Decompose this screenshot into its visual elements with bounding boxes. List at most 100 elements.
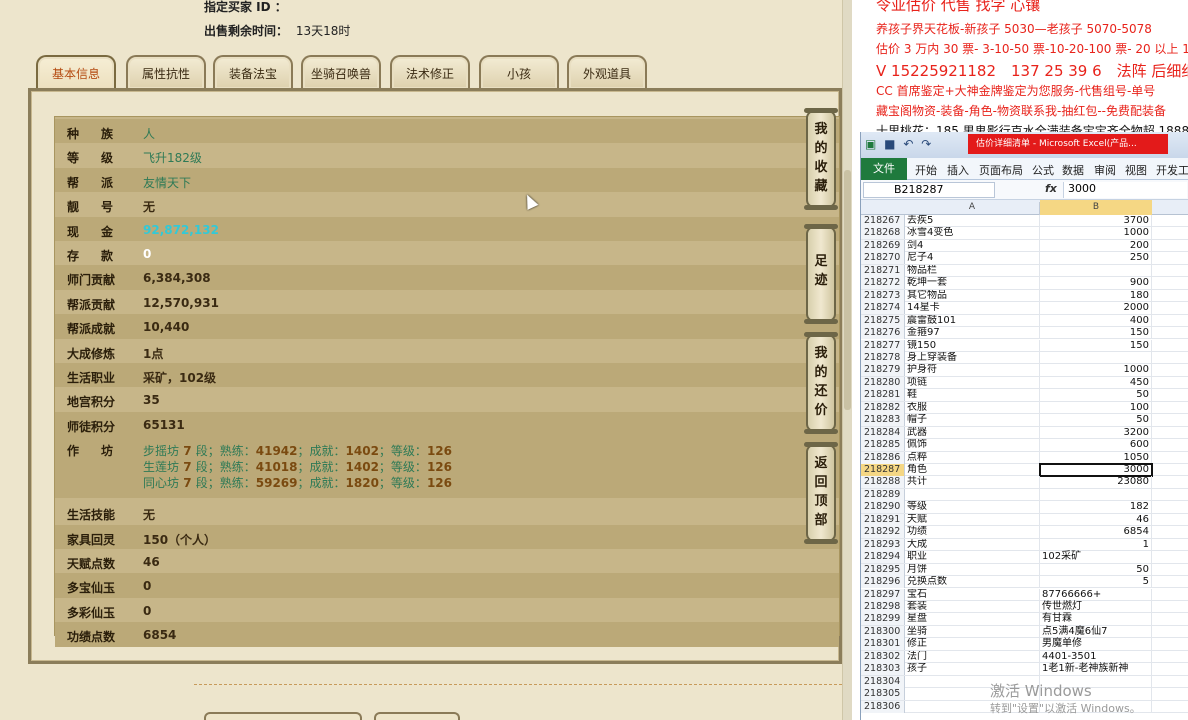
spreadsheet-row[interactable]: 218294 职业 102采矿 xyxy=(861,551,1188,564)
redo-icon[interactable]: ↷ xyxy=(921,137,933,151)
spreadsheet-row[interactable]: 218277 镜150 150 xyxy=(861,339,1188,352)
cell-b[interactable]: 50 xyxy=(1040,389,1152,402)
row-number[interactable]: 218295 xyxy=(861,563,905,576)
cell-a[interactable]: 衣服 xyxy=(907,401,1040,414)
row-number[interactable]: 218269 xyxy=(861,239,905,252)
cell-b[interactable]: 87766666+ xyxy=(1040,588,1152,601)
fx-icon[interactable]: fx xyxy=(1045,182,1057,195)
row-number[interactable]: 218270 xyxy=(861,252,905,265)
row-number[interactable]: 218278 xyxy=(861,351,905,364)
row-number[interactable]: 218289 xyxy=(861,488,905,501)
cell-a[interactable]: 角色 xyxy=(907,464,1040,476)
row-number[interactable]: 218268 xyxy=(861,227,905,240)
spreadsheet-row[interactable]: 218287 角色 3000 xyxy=(861,463,1188,477)
spreadsheet-row[interactable]: 218273 其它物品 180 xyxy=(861,289,1188,303)
row-number[interactable]: 218271 xyxy=(861,264,905,277)
cell-a[interactable] xyxy=(907,488,1040,501)
row-number[interactable]: 218272 xyxy=(861,277,905,290)
spreadsheet-row[interactable]: 218285 佩饰 600 xyxy=(861,439,1188,452)
cell-a[interactable]: 物品栏 xyxy=(907,264,1040,277)
cell-b[interactable]: 182 xyxy=(1040,501,1152,514)
side-button[interactable]: 足迹 xyxy=(804,224,838,324)
row-number[interactable]: 218305 xyxy=(861,688,905,701)
cell-b[interactable]: 400 xyxy=(1040,314,1152,327)
cell-b[interactable]: 450 xyxy=(1040,376,1152,389)
row-number[interactable]: 218306 xyxy=(861,700,905,713)
row-number[interactable]: 218281 xyxy=(861,389,905,402)
cell-b[interactable]: 3200 xyxy=(1040,426,1152,439)
row-number[interactable]: 218300 xyxy=(861,625,905,638)
cell-a[interactable]: 点粹 xyxy=(907,451,1040,464)
scrollbar-thumb[interactable] xyxy=(844,170,851,410)
row-number[interactable]: 218303 xyxy=(861,663,905,676)
bottom-button-1[interactable] xyxy=(204,712,362,720)
cell-b[interactable]: 4401-3501 xyxy=(1040,650,1152,663)
cell-b[interactable]: 50 xyxy=(1040,563,1152,576)
cell-b[interactable]: 250 xyxy=(1040,252,1152,265)
cell-b[interactable] xyxy=(1040,488,1152,501)
cell-b[interactable]: 1老1新-老神族新神 xyxy=(1040,663,1152,676)
cell-b[interactable]: 点5满4魔6仙7 xyxy=(1040,625,1152,638)
row-number[interactable]: 218292 xyxy=(861,526,905,539)
row-number[interactable]: 218293 xyxy=(861,538,905,551)
cell-b[interactable]: 100 xyxy=(1040,401,1152,414)
cell-b[interactable]: 3700 xyxy=(1040,215,1152,227)
cell-a[interactable]: 鞋 xyxy=(907,389,1040,402)
row-number[interactable]: 218287 xyxy=(861,464,905,476)
row-number[interactable]: 218296 xyxy=(861,576,905,589)
row-number[interactable]: 218282 xyxy=(861,401,905,414)
cell-b[interactable]: 传世燃灯 xyxy=(1040,600,1152,613)
row-number[interactable]: 218273 xyxy=(861,289,905,302)
cell-b[interactable]: 1000 xyxy=(1040,364,1152,377)
quick-access-toolbar[interactable]: ▣ ■ ↶ ↷ xyxy=(865,137,933,151)
spreadsheet-row[interactable]: 218295 月饼 50 xyxy=(861,563,1188,577)
cell-b[interactable]: 23080 xyxy=(1040,476,1152,489)
spreadsheet-row[interactable]: 218282 衣服 100 xyxy=(861,401,1188,415)
ribbon-tab-insert[interactable]: 插入 xyxy=(947,162,969,178)
cell-b[interactable]: 600 xyxy=(1040,439,1152,452)
save-icon[interactable]: ■ xyxy=(884,137,897,151)
ribbon-tab-view[interactable]: 视图 xyxy=(1125,162,1147,178)
cell-b[interactable]: 1000 xyxy=(1040,227,1152,240)
cell-a[interactable]: 等级 xyxy=(907,501,1040,514)
row-number[interactable]: 218288 xyxy=(861,476,905,489)
cell-b[interactable]: 46 xyxy=(1040,513,1152,526)
row-number[interactable]: 218267 xyxy=(861,215,905,227)
cell-a[interactable]: 兑换点数 xyxy=(907,576,1040,589)
row-number[interactable]: 218304 xyxy=(861,675,905,688)
spreadsheet-row[interactable]: 218281 鞋 50 xyxy=(861,389,1188,402)
row-number[interactable]: 218280 xyxy=(861,376,905,389)
spreadsheet-row[interactable]: 218279 护身符 1000 xyxy=(861,364,1188,377)
row-number[interactable]: 218302 xyxy=(861,650,905,663)
spreadsheet-row[interactable]: 218303 孩子 1老1新-老神族新神 xyxy=(861,663,1188,676)
cell-a[interactable]: 去疾5 xyxy=(907,215,1040,227)
cell-a[interactable]: 项链 xyxy=(907,376,1040,389)
spreadsheet-row[interactable]: 218278 身上穿装备 xyxy=(861,351,1188,365)
spreadsheet-row[interactable]: 218267 去疾5 3700 xyxy=(861,215,1188,228)
row-number[interactable]: 218274 xyxy=(861,302,905,315)
spreadsheet-row[interactable]: 218298 套装 传世燃灯 xyxy=(861,600,1188,614)
spreadsheet-row[interactable]: 218293 大成 1 xyxy=(861,538,1188,552)
cell-b[interactable]: 200 xyxy=(1040,239,1152,252)
cell-a[interactable]: 宝石 xyxy=(907,588,1040,601)
cell-a[interactable]: 震雷鼓101 xyxy=(907,314,1040,327)
ribbon-tab-data[interactable]: 数据 xyxy=(1062,162,1084,178)
spreadsheet-row[interactable]: 218268 冰雪4变色 1000 xyxy=(861,227,1188,240)
tab-attributes[interactable]: 属性抗性 xyxy=(126,55,206,89)
name-box[interactable]: B218287 xyxy=(863,182,995,198)
row-number[interactable]: 218298 xyxy=(861,600,905,613)
cell-b[interactable]: 150 xyxy=(1040,339,1152,352)
side-button[interactable]: 我的收藏 xyxy=(804,108,838,210)
cell-b[interactable]: 男魔单修 xyxy=(1040,638,1152,651)
row-number[interactable]: 218290 xyxy=(861,501,905,514)
cell-b[interactable]: 有甘霖 xyxy=(1040,613,1152,626)
tab-equipment[interactable]: 装备法宝 xyxy=(213,55,293,89)
ribbon-tab-page-layout[interactable]: 页面布局 xyxy=(979,162,1023,178)
cell-b[interactable]: 180 xyxy=(1040,289,1152,302)
cell-a[interactable]: 职业 xyxy=(907,551,1040,564)
page-scrollbar[interactable] xyxy=(842,0,852,720)
spreadsheet-row[interactable]: 218269 剑4 200 xyxy=(861,239,1188,253)
cell-a[interactable]: 乾坤一套 xyxy=(907,277,1040,290)
ribbon-tab-formulas[interactable]: 公式 xyxy=(1032,162,1054,178)
row-number[interactable]: 218277 xyxy=(861,339,905,352)
